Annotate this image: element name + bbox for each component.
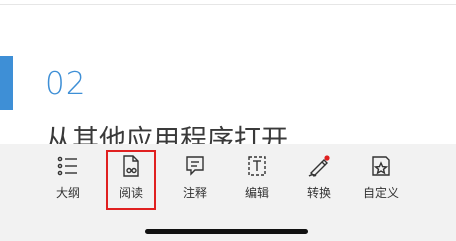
toolbar-edit-button[interactable]: 编辑 [232, 150, 282, 210]
toolbar-annotate-label: 注释 [182, 186, 207, 200]
toolbar-customize-button[interactable]: 自定义 [356, 150, 406, 210]
comment-icon [186, 156, 204, 176]
notification-dot [324, 155, 330, 161]
read-document-icon [123, 155, 139, 177]
top-divider [0, 4, 456, 5]
pen-convert-icon [308, 155, 330, 177]
custom-star-icon [372, 156, 390, 176]
toolbar-customize-label: 自定义 [362, 186, 399, 200]
toolbar-edit-label: 编辑 [244, 186, 269, 200]
toolbar-convert-button[interactable]: 转换 [294, 150, 344, 210]
section-accent-bar [0, 56, 13, 110]
section-number: 02 [45, 66, 87, 102]
text-edit-icon [248, 156, 266, 176]
home-indicator[interactable] [145, 229, 308, 234]
toolbar-outline-button[interactable]: 大纲 [43, 150, 93, 210]
toolbar-outline-label: 大纲 [55, 186, 80, 200]
toolbar-read-button[interactable]: 阅读 [106, 150, 156, 210]
list-icon [57, 156, 77, 176]
toolbar-read-label: 阅读 [118, 186, 143, 200]
toolbar-annotate-button[interactable]: 注释 [170, 150, 220, 210]
toolbar-convert-label: 转换 [306, 186, 331, 200]
